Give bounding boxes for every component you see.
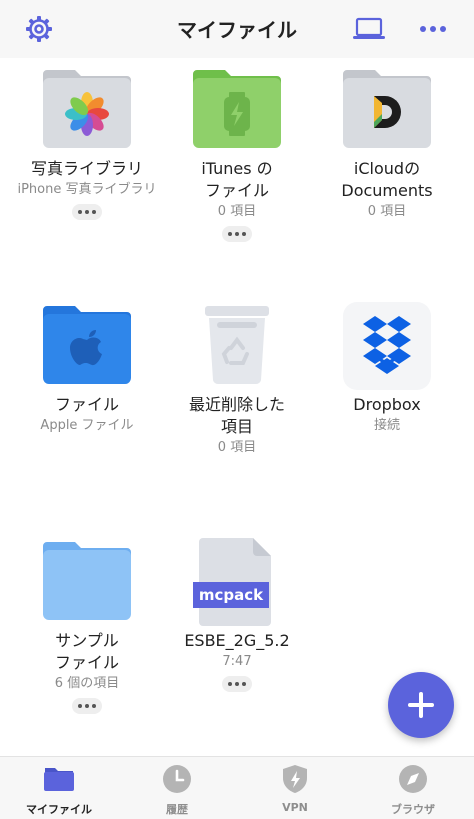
laptop-icon (353, 17, 385, 39)
add-button[interactable] (388, 672, 454, 738)
more-options-button[interactable] (72, 204, 102, 220)
tile-subtitle: 0 項目 (217, 204, 257, 219)
tab-bar: マイファイル 履歴 VPN ブラウザ (0, 756, 474, 819)
tile-name: ESBE_2G_5.2 (184, 631, 290, 650)
itunes-folder-icon (191, 64, 283, 156)
tile-name: iTunes の (201, 159, 273, 178)
file-type-label: mcpack (198, 586, 264, 604)
photo-library-tile[interactable]: 写真ライブラリ iPhone 写真ライブラリ (12, 64, 162, 220)
photos-folder-icon (41, 64, 133, 156)
apple-files-tile[interactable]: ファイル Apple ファイル (12, 300, 162, 436)
tab-browser[interactable]: ブラウザ (354, 763, 472, 817)
more-options-button[interactable] (72, 698, 102, 714)
file-icon: mcpack (191, 536, 283, 628)
tab-vpn[interactable]: VPN (236, 763, 354, 814)
tile-name-line2: ファイル (54, 653, 119, 672)
tab-label: マイファイル (26, 803, 92, 816)
folder-icon (41, 536, 133, 628)
tile-name: 写真ライブラリ (30, 159, 143, 178)
icloud-documents-tile[interactable]: iCloudの Documents 0 項目 (312, 64, 462, 222)
more-horizontal-icon (420, 26, 446, 32)
tile-subtitle: 0 項目 (217, 440, 257, 455)
tile-name: iCloudの (353, 159, 421, 178)
shield-icon (283, 765, 307, 793)
tile-subtitle: iPhone 写真ライブラリ (17, 182, 157, 197)
tab-label: 履歴 (166, 803, 188, 816)
tile-subtitle: 接続 (373, 418, 400, 433)
more-options-button[interactable] (222, 676, 252, 692)
tile-subtitle: 6 個の項目 (54, 676, 120, 691)
tile-name: 最近削除した (188, 395, 285, 414)
compass-icon (399, 765, 427, 793)
tile-name-line2: ファイル (204, 181, 269, 200)
tile-subtitle: 7:47 (222, 654, 252, 669)
tile-name: ファイル (54, 395, 119, 414)
dropbox-icon (341, 300, 433, 392)
tile-name-line2: Documents (341, 181, 433, 200)
more-options-button[interactable] (222, 226, 252, 242)
sample-files-tile[interactable]: サンプル ファイル 6 個の項目 (12, 536, 162, 714)
trash-icon (191, 300, 283, 392)
page-title: マイファイル (177, 18, 297, 42)
computer-button[interactable] (352, 12, 386, 46)
dropbox-tile[interactable]: Dropbox 接続 (312, 300, 462, 436)
tile-name-line2: 項目 (220, 417, 253, 436)
folder-icon (44, 768, 74, 791)
tab-history[interactable]: 履歴 (118, 763, 236, 817)
tab-label: ブラウザ (391, 803, 435, 816)
tile-subtitle: Apple ファイル (40, 418, 134, 433)
apple-folder-icon (41, 300, 133, 392)
tab-my-files[interactable]: マイファイル (0, 763, 118, 817)
top-bar: マイファイル (0, 0, 474, 58)
tile-name: Dropbox (353, 395, 421, 414)
mcpack-file-tile[interactable]: mcpack ESBE_2G_5.2 7:47 (162, 536, 312, 692)
more-button[interactable] (416, 12, 450, 46)
clock-icon (163, 765, 191, 793)
plus-icon (408, 692, 434, 718)
recently-deleted-tile[interactable]: 最近削除した 項目 0 項目 (162, 300, 312, 458)
itunes-files-tile[interactable]: iTunes の ファイル 0 項目 (162, 64, 312, 242)
tile-subtitle: 0 項目 (367, 204, 407, 219)
tab-label: VPN (282, 801, 308, 814)
tile-name: サンプル (55, 631, 119, 650)
icloud-folder-icon (341, 64, 433, 156)
